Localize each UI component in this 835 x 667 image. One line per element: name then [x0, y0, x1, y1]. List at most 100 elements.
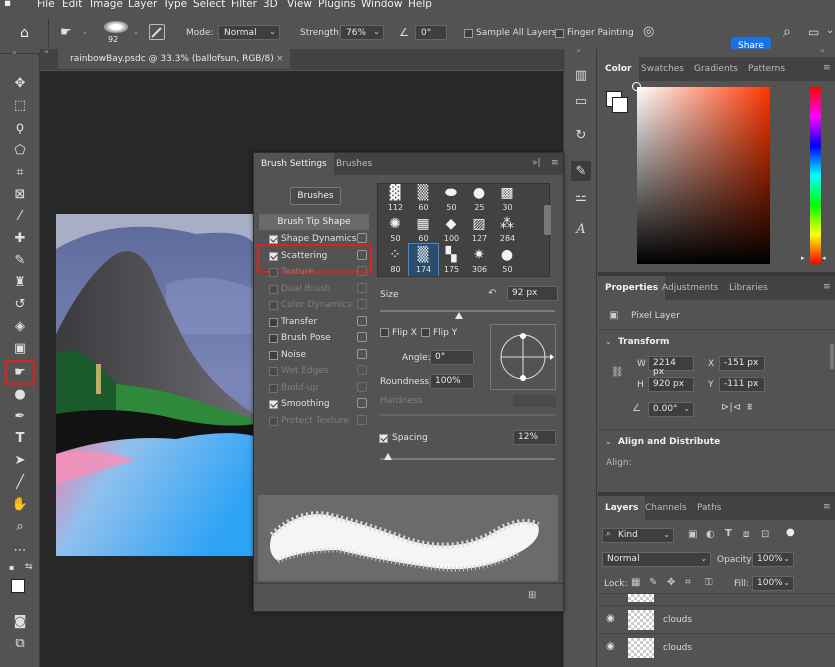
- brush-option-brush-pose[interactable]: Brush Pose: [259, 331, 369, 347]
- rotate-field[interactable]: 0.00° ⌄: [648, 402, 694, 417]
- marquee-tool-icon[interactable]: ⬚: [10, 96, 30, 114]
- menu-select[interactable]: Select: [193, 0, 225, 10]
- default-colors-icon[interactable]: ▪: [9, 563, 14, 572]
- color-picker-handle[interactable]: [632, 82, 641, 91]
- brush-option-checkbox[interactable]: [269, 400, 278, 409]
- lock-pixels-icon[interactable]: ✎: [649, 577, 657, 588]
- brush-tip[interactable]: ▒ 174: [408, 243, 439, 276]
- lock-icon[interactable]: [357, 365, 367, 375]
- lock-icon[interactable]: [357, 315, 367, 326]
- brush-option-checkbox[interactable]: [269, 350, 278, 360]
- menu-image[interactable]: Image: [90, 0, 123, 10]
- brush-tip[interactable]: ✺ 50: [381, 213, 410, 245]
- brush-option-dual-brush[interactable]: Dual Brush: [259, 282, 369, 298]
- brush-angle-preview[interactable]: [490, 324, 556, 390]
- lasso-tool-icon[interactable]: ϙ: [10, 118, 30, 136]
- brush-tip[interactable]: ● 50: [493, 244, 522, 276]
- brush-tip-shape-item[interactable]: Brush Tip Shape: [259, 214, 369, 230]
- chevron-down-icon[interactable]: ⌄: [82, 28, 88, 36]
- arrange-icon[interactable]: ▥: [571, 65, 591, 85]
- brush-option-smoothing[interactable]: Smoothing: [259, 397, 369, 413]
- angle-field[interactable]: 0°: [415, 25, 447, 40]
- lock-all-icon[interactable]: ⚿: [705, 577, 713, 588]
- history-icon[interactable]: ↻: [571, 125, 591, 145]
- clone-stamp-tool-icon[interactable]: ♜: [10, 273, 30, 291]
- tab-swatches[interactable]: Swatches: [634, 57, 691, 81]
- smudge-tool-icon[interactable]: ☛: [10, 363, 30, 381]
- fill-field[interactable]: 100% ⌄: [752, 576, 794, 591]
- canvas-artwork[interactable]: [56, 214, 254, 556]
- brush-option-checkbox[interactable]: [269, 251, 278, 261]
- chevron-down-icon[interactable]: ⌄: [605, 437, 612, 446]
- crop-tool-icon[interactable]: ⌗: [10, 163, 30, 181]
- eyedropper-tool-icon[interactable]: ⁄: [10, 207, 30, 225]
- panel-menu-icon[interactable]: ≡: [823, 502, 831, 512]
- width-field[interactable]: 2214 px: [648, 356, 694, 377]
- comments-icon[interactable]: ▭: [571, 91, 591, 111]
- brush-option-checkbox[interactable]: [269, 235, 278, 244]
- close-icon[interactable]: ×: [276, 49, 284, 70]
- flip-vertical-icon[interactable]: ⩩: [747, 402, 752, 413]
- brush-tip[interactable]: ◆ 100: [437, 213, 466, 245]
- brush-tip[interactable]: ▨ 127: [465, 213, 494, 245]
- brush-option-checkbox[interactable]: [269, 367, 278, 376]
- zoom-tool-icon[interactable]: ⌕: [10, 517, 30, 535]
- lock-icon[interactable]: [357, 381, 367, 392]
- hue-slider-handle[interactable]: ▸: [801, 254, 805, 262]
- layer-name[interactable]: clouds: [663, 615, 692, 625]
- brush-option-color-dynamics[interactable]: Color Dynamics: [259, 298, 369, 314]
- healing-brush-tool-icon[interactable]: ✚: [10, 229, 30, 247]
- panel-menu-icon[interactable]: ≡: [823, 63, 831, 73]
- brush-option-noise[interactable]: Noise: [259, 348, 369, 364]
- quick-selection-tool-icon[interactable]: ⬠: [10, 141, 30, 159]
- brush-option-texture[interactable]: Texture: [259, 265, 369, 281]
- collapse-icon[interactable]: «: [44, 47, 49, 56]
- y-field[interactable]: -111 px: [719, 377, 765, 392]
- menu-help[interactable]: Help: [408, 0, 432, 10]
- lock-transparent-icon[interactable]: ▦: [631, 577, 640, 588]
- line-tool-icon[interactable]: ╱: [10, 473, 30, 491]
- collapse-icon[interactable]: »: [576, 46, 581, 55]
- brush-option-scattering[interactable]: Scattering: [259, 249, 369, 265]
- visibility-eye-icon[interactable]: ◉: [606, 641, 615, 652]
- path-selection-tool-icon[interactable]: ➤: [10, 451, 30, 469]
- lock-icon[interactable]: [357, 299, 367, 309]
- tab-brushes[interactable]: Brushes: [329, 153, 379, 175]
- lock-icon[interactable]: [357, 282, 367, 293]
- brush-option-checkbox[interactable]: [269, 334, 278, 343]
- search-icon[interactable]: ⌕: [783, 24, 791, 40]
- brush-preset-picker[interactable]: 92: [101, 19, 131, 45]
- glyphs-icon[interactable]: A: [571, 219, 591, 239]
- screen-mode-icon[interactable]: ⧉: [10, 634, 30, 652]
- lock-position-icon[interactable]: ✥: [667, 577, 675, 588]
- lock-icon[interactable]: [357, 332, 367, 342]
- link-icon[interactable]: ⛓: [611, 367, 624, 378]
- lock-icon[interactable]: [357, 266, 367, 276]
- tab-channels[interactable]: Channels: [638, 496, 694, 520]
- strength-field[interactable]: 76% ⌄: [340, 25, 384, 40]
- pen-tool-icon[interactable]: ✒: [10, 407, 30, 425]
- tab-libraries[interactable]: Libraries: [722, 276, 775, 300]
- menu-plugins[interactable]: Plugins: [318, 0, 356, 10]
- filter-type-icon[interactable]: T: [725, 528, 732, 539]
- menu-file[interactable]: File: [37, 0, 55, 10]
- home-icon[interactable]: ⌂: [20, 25, 29, 41]
- tips-scrollbar[interactable]: [544, 205, 551, 235]
- lock-icon[interactable]: [357, 348, 367, 359]
- tab-brush-settings[interactable]: Brush Settings: [254, 153, 334, 175]
- tab-color[interactable]: Color: [598, 57, 639, 81]
- brush-tip[interactable]: ⬬ 50: [437, 184, 466, 214]
- lock-icon[interactable]: [357, 398, 367, 408]
- pressure-icon[interactable]: ◎: [643, 24, 654, 39]
- dodge-tool-icon[interactable]: ●: [10, 385, 30, 403]
- tab-paths[interactable]: Paths: [690, 496, 728, 520]
- brush-tip[interactable]: ▩ 30: [493, 184, 522, 214]
- lock-artboard-icon[interactable]: ⌗: [685, 577, 691, 588]
- panel-menu-icon[interactable]: ≡: [551, 158, 559, 168]
- finger-painting-checkbox[interactable]: [555, 29, 564, 38]
- flip-horizontal-icon[interactable]: ⊳|⊲: [721, 402, 741, 413]
- brush-tip[interactable]: ▦ 60: [409, 213, 438, 245]
- brush-option-protect-texture[interactable]: Protect Texture: [259, 414, 369, 430]
- layer-row[interactable]: ◉ clouds: [598, 605, 835, 633]
- spacing-checkbox[interactable]: [379, 434, 388, 443]
